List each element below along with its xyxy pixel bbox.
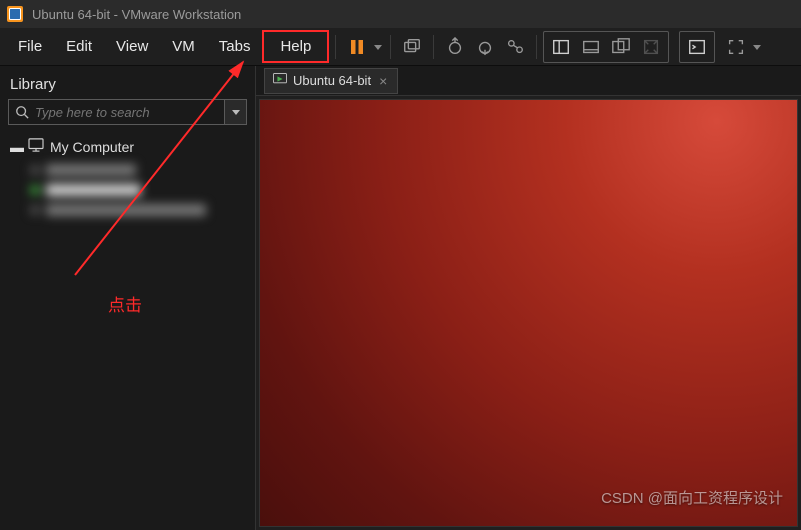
console-group	[679, 31, 715, 63]
window-title: Ubuntu 64-bit - VMware Workstation	[32, 7, 241, 22]
library-title: Library	[8, 72, 247, 99]
vmware-logo-icon	[6, 5, 24, 23]
annotation-label: 点击	[108, 291, 142, 316]
vm-tab-ubuntu[interactable]: Ubuntu 64-bit ×	[264, 68, 398, 94]
separator	[335, 35, 336, 59]
multi-monitor-button[interactable]	[606, 33, 636, 61]
library-panel: Library ▬ My Computer	[0, 66, 256, 530]
computer-icon	[28, 138, 44, 155]
search-dropdown[interactable]	[224, 100, 246, 124]
menu-view[interactable]: View	[104, 32, 160, 61]
stretch-button[interactable]	[636, 33, 666, 61]
power-dropdown[interactable]	[372, 43, 384, 51]
body-area: Library ▬ My Computer	[0, 66, 801, 530]
fullscreen-dropdown[interactable]	[751, 43, 763, 51]
thumbnail-view-button[interactable]	[576, 33, 606, 61]
menu-help[interactable]: Help	[262, 30, 329, 63]
search-icon	[9, 100, 35, 124]
content-area: Ubuntu 64-bit × CSDN @面向工资程序设计	[256, 66, 801, 530]
tree-root-my-computer[interactable]: ▬ My Computer	[8, 135, 247, 158]
vm-console-view[interactable]: CSDN @面向工资程序设计	[259, 99, 798, 527]
send-ctrl-alt-del-button[interactable]	[397, 33, 427, 61]
separator	[536, 35, 537, 59]
vm-running-icon	[273, 73, 287, 88]
revert-snapshot-button[interactable]	[470, 33, 500, 61]
watermark-text: CSDN @面向工资程序设计	[601, 487, 783, 508]
menu-edit[interactable]: Edit	[54, 32, 104, 61]
tab-close-button[interactable]: ×	[377, 73, 389, 89]
menu-file[interactable]: File	[6, 32, 54, 61]
tab-strip: Ubuntu 64-bit ×	[256, 66, 801, 96]
separator	[390, 35, 391, 59]
window-titlebar: Ubuntu 64-bit - VMware Workstation	[0, 0, 801, 28]
library-tree: ▬ My Computer	[8, 135, 247, 218]
menu-vm[interactable]: VM	[160, 32, 207, 61]
separator	[433, 35, 434, 59]
collapse-icon[interactable]: ▬	[10, 139, 22, 155]
menubar: File Edit View VM Tabs Help	[0, 28, 801, 66]
show-library-button[interactable]	[546, 33, 576, 61]
console-view-button[interactable]	[682, 33, 712, 61]
tree-root-label: My Computer	[50, 139, 134, 155]
vm-tab-label: Ubuntu 64-bit	[293, 73, 371, 88]
snapshot-button[interactable]	[440, 33, 470, 61]
pause-button[interactable]	[342, 33, 372, 61]
library-search	[8, 99, 247, 125]
layout-group	[543, 31, 669, 63]
fullscreen-button[interactable]	[721, 33, 751, 61]
menu-tabs[interactable]: Tabs	[207, 32, 263, 61]
library-search-input[interactable]	[35, 100, 224, 124]
manage-snapshots-button[interactable]	[500, 33, 530, 61]
tree-children-blurred	[30, 162, 247, 218]
